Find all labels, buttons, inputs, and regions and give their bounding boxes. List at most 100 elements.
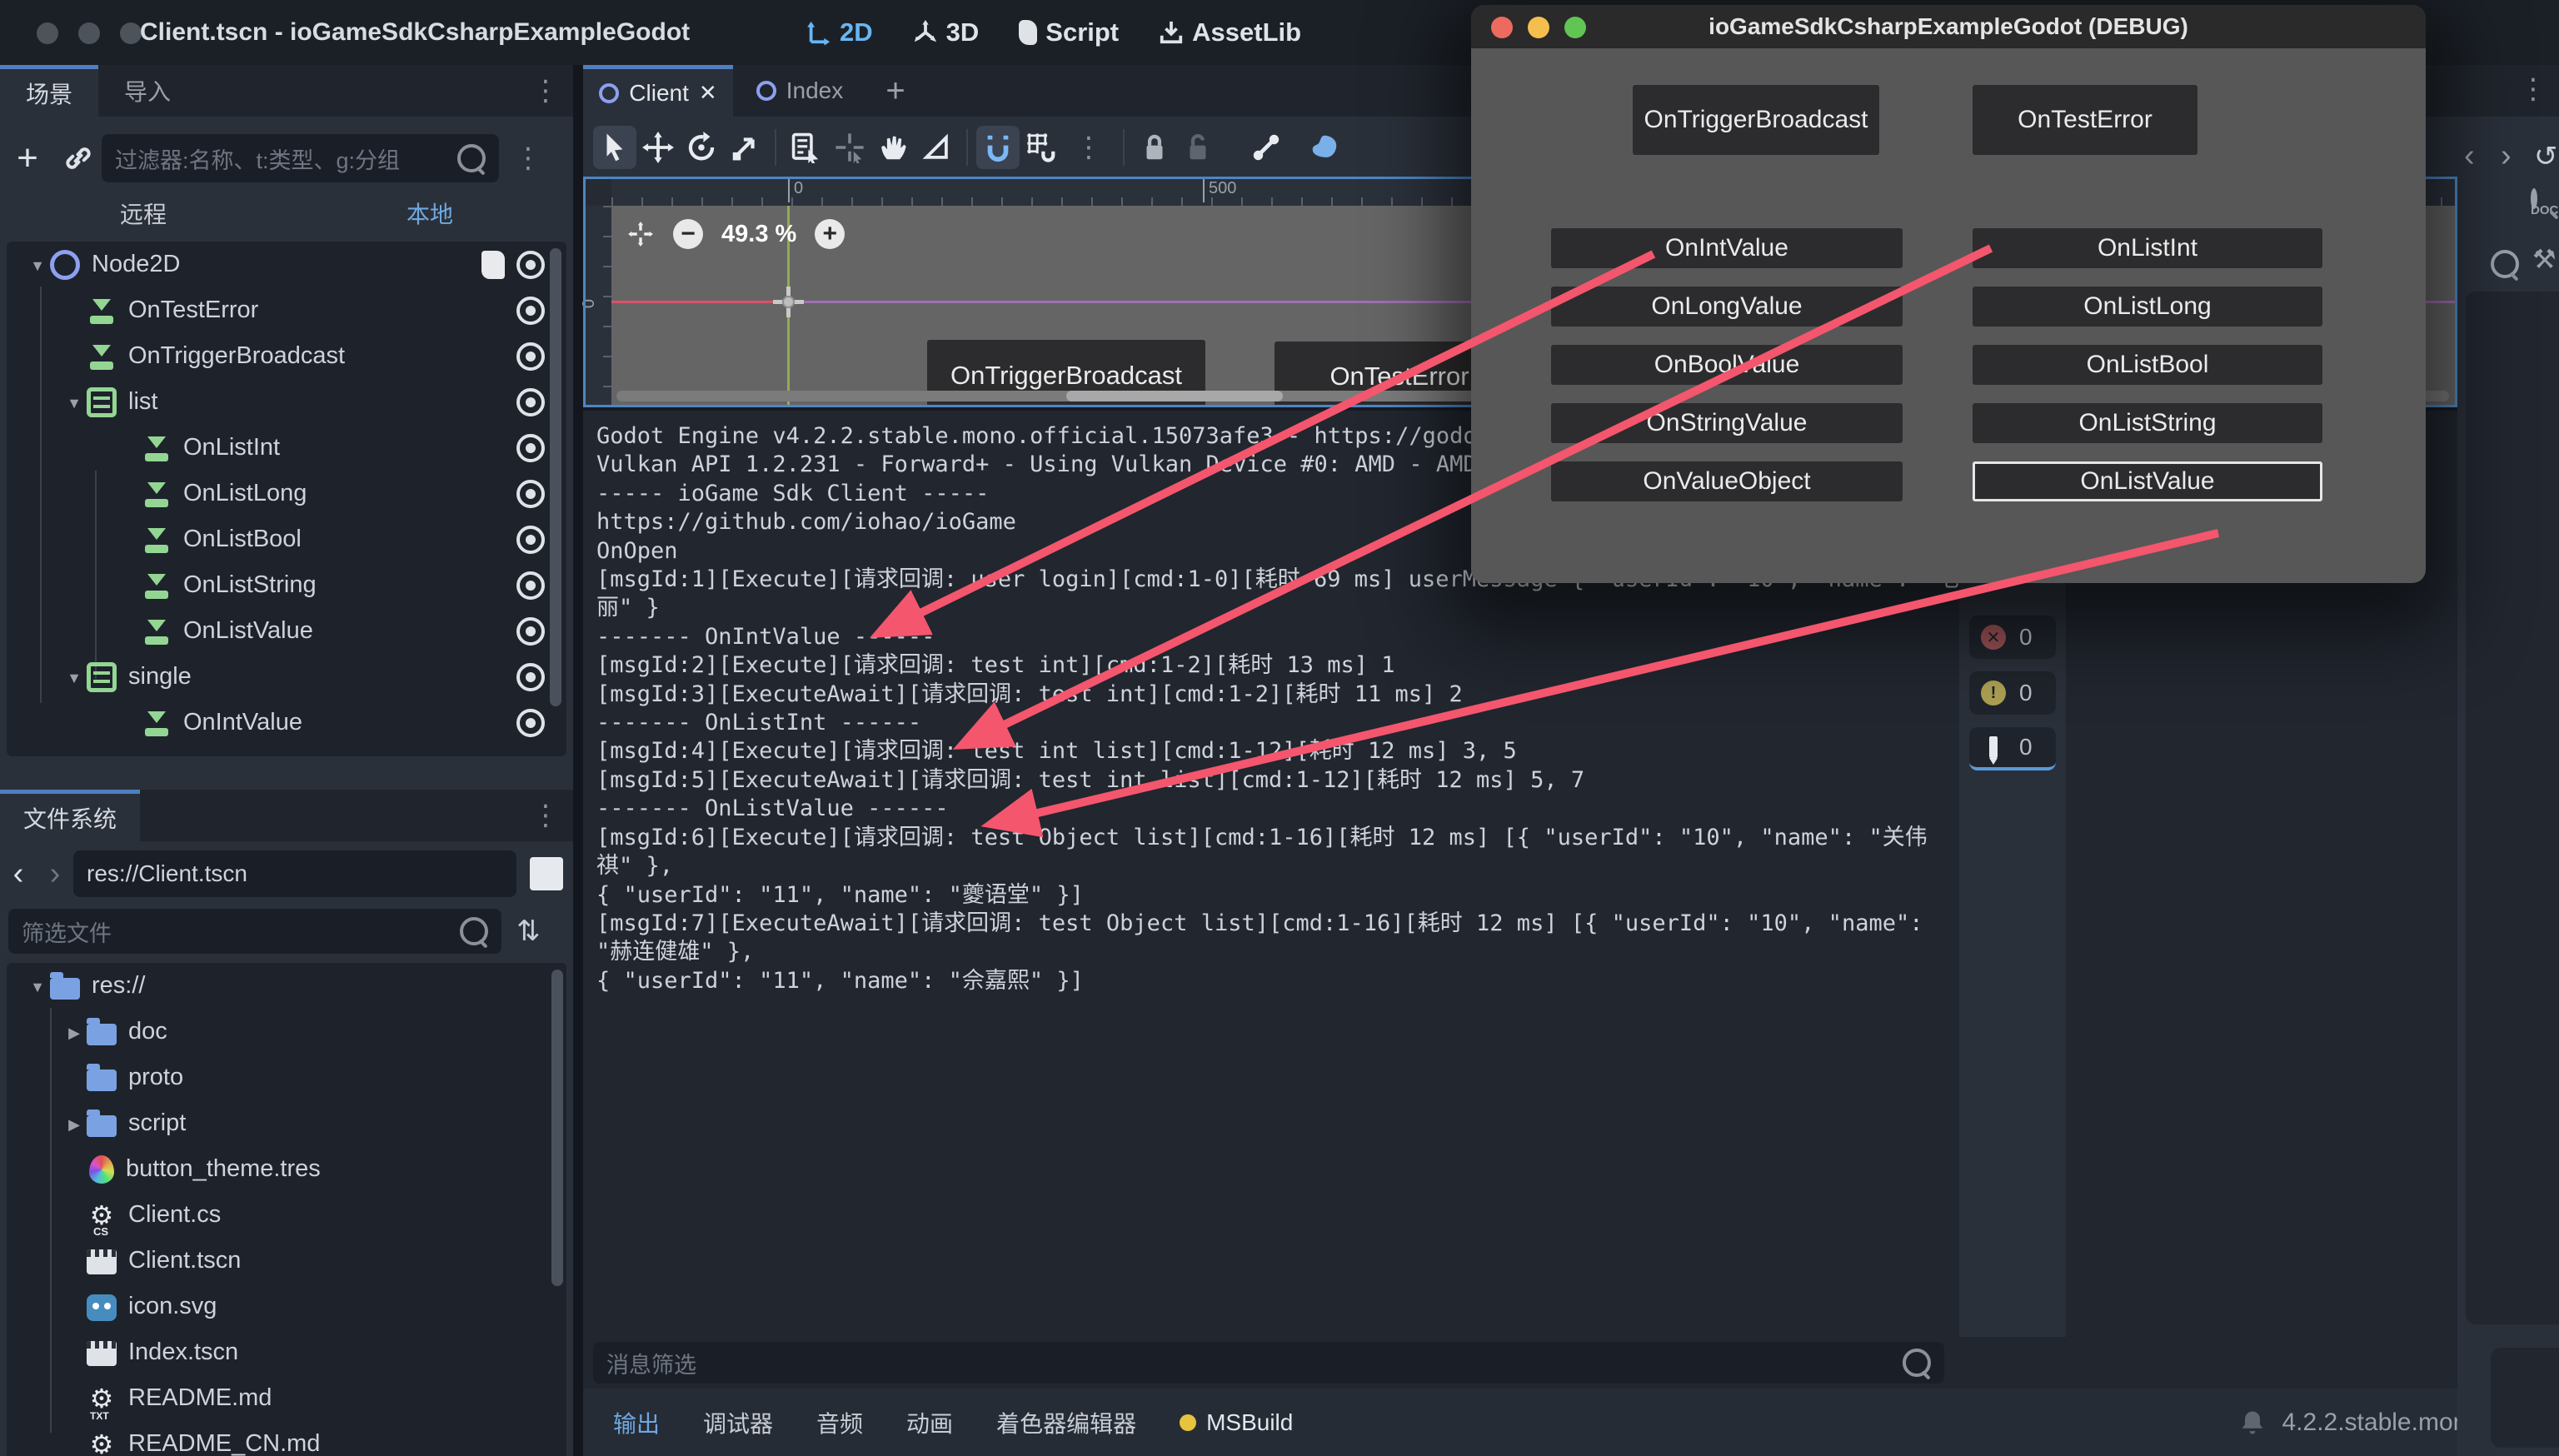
visibility-eye-icon[interactable] — [516, 297, 545, 325]
file-filter-input[interactable]: 筛选文件 — [8, 909, 501, 954]
doc-search-icon[interactable]: DOC — [2531, 192, 2558, 217]
bottom-panel-animation[interactable]: 动画 — [906, 1406, 953, 1439]
scrollbar-thumb[interactable] — [1066, 391, 1283, 401]
scene-tree-row[interactable]: OnIntValue — [7, 700, 566, 745]
bottom-panel-msbuild[interactable]: MSBuild — [1206, 1409, 1293, 1436]
scene-tree-row[interactable]: OnTestError — [7, 287, 566, 333]
history-back-icon[interactable]: ‹ — [0, 856, 37, 892]
inspector-menu-icon[interactable]: ⋮ — [2519, 75, 2547, 103]
version-label[interactable]: 4.2.2.stable.mono — [2282, 1409, 2482, 1437]
window-control-minimize[interactable] — [78, 22, 100, 44]
debug-grid-button[interactable]: OnListValue — [1973, 461, 2322, 501]
tab-import[interactable]: 导入 — [98, 65, 197, 117]
debug-button-ontriggerbroadcast[interactable]: OnTriggerBroadcast — [1633, 85, 1879, 155]
new-scene-tab-button[interactable]: + — [866, 65, 925, 117]
attached-script-icon[interactable] — [481, 251, 505, 279]
file-row[interactable]: doc — [7, 1009, 566, 1055]
file-row[interactable]: README.md — [7, 1375, 566, 1421]
file-row[interactable]: script — [7, 1100, 566, 1146]
tree-chevron-icon[interactable] — [62, 1020, 87, 1044]
local-button[interactable]: 本地 — [287, 193, 573, 237]
bottom-panel-shader-editor[interactable]: 着色器编辑器 — [996, 1406, 1136, 1439]
rotate-tool[interactable] — [680, 126, 723, 169]
move-tool[interactable] — [636, 126, 680, 169]
scene-tree-row[interactable]: OnListLong — [7, 471, 566, 516]
file-row[interactable]: Index.tscn — [7, 1329, 566, 1375]
scene-tree-row[interactable]: OnListString — [7, 562, 566, 608]
scene-tree-row[interactable]: OnListBool — [7, 516, 566, 562]
notification-bell-icon[interactable] — [2237, 1408, 2267, 1438]
tree-chevron-icon[interactable] — [62, 391, 87, 414]
debug-grid-button[interactable]: OnListInt — [1973, 228, 2322, 268]
tree-chevron-icon[interactable] — [62, 1112, 87, 1135]
message-filter-input[interactable]: 消息筛选 — [593, 1342, 1944, 1384]
scene-tree-row[interactable]: OnTriggerBroadcast — [7, 333, 566, 379]
visibility-eye-icon[interactable] — [516, 251, 545, 279]
file-row[interactable]: button_theme.tres — [7, 1146, 566, 1192]
debug-grid-button[interactable]: OnStringValue — [1551, 403, 1903, 443]
smart-snap-toggle[interactable] — [976, 126, 1020, 169]
visibility-eye-icon[interactable] — [516, 434, 545, 462]
center-view-icon[interactable] — [626, 220, 655, 248]
debug-grid-button[interactable]: OnIntValue — [1551, 228, 1903, 268]
scene-tree-row[interactable]: single — [7, 654, 566, 700]
tree-chevron-icon[interactable] — [25, 253, 50, 277]
debug-window-titlebar[interactable]: ioGameSdkCsharpExampleGodot (DEBUG) — [1471, 5, 2426, 48]
file-row[interactable]: Client.cs — [7, 1192, 566, 1238]
edit-count-badge[interactable]: 0 — [1969, 727, 2056, 770]
file-row[interactable]: Client.tscn — [7, 1238, 566, 1284]
skeleton-options-icon[interactable] — [1303, 126, 1346, 169]
split-mode-button[interactable] — [530, 857, 563, 890]
snap-pivot-tool[interactable] — [828, 126, 871, 169]
debug-grid-button[interactable]: OnListLong — [1973, 287, 2322, 327]
scale-tool[interactable] — [723, 126, 766, 169]
debug-button-ontesterror[interactable]: OnTestError — [1973, 85, 2197, 155]
scene-tree-row[interactable]: list — [7, 379, 566, 425]
tree-chevron-icon[interactable] — [62, 666, 87, 689]
sort-files-icon[interactable]: ⇅ — [516, 915, 541, 948]
tree-chevron-icon[interactable] — [25, 975, 50, 998]
debug-grid-button[interactable]: OnLongValue — [1551, 287, 1903, 327]
add-node-button[interactable]: + — [0, 137, 55, 179]
instance-scene-icon[interactable] — [63, 143, 93, 173]
visibility-eye-icon[interactable] — [516, 571, 545, 600]
debug-grid-button[interactable]: OnListBool — [1973, 345, 2322, 385]
snap-options-menu-icon[interactable]: ⋮ — [1075, 133, 1103, 162]
maximize-icon[interactable] — [1564, 17, 1586, 38]
file-row[interactable]: icon.svg — [7, 1284, 566, 1329]
close-icon[interactable] — [1491, 17, 1513, 38]
search-icon[interactable] — [2491, 250, 2519, 278]
tools-icon[interactable]: ⚒ — [2532, 243, 2557, 275]
menu-script-button[interactable]: Script — [1019, 17, 1119, 47]
menu-assetlib-button[interactable]: AssetLib — [1159, 17, 1301, 47]
origin-gizmo[interactable] — [773, 287, 804, 317]
file-row[interactable]: res:// — [7, 963, 566, 1009]
zoom-level[interactable]: 49.3 % — [721, 221, 796, 248]
ruler-tool[interactable] — [915, 126, 958, 169]
select-tool[interactable] — [593, 126, 636, 169]
grid-snap-toggle[interactable] — [1020, 126, 1063, 169]
window-control-zoom[interactable] — [120, 22, 142, 44]
bottom-panel-debugger[interactable]: 调试器 — [703, 1406, 773, 1439]
minimize-icon[interactable] — [1528, 17, 1549, 38]
zoom-in-button[interactable]: + — [815, 219, 845, 249]
close-icon[interactable]: ✕ — [699, 80, 717, 106]
scene-tree-row[interactable]: Node2D — [7, 242, 566, 287]
visibility-eye-icon[interactable] — [516, 480, 545, 508]
group-icon[interactable] — [1245, 126, 1288, 169]
visibility-eye-icon[interactable] — [516, 526, 545, 554]
window-control-close[interactable] — [37, 22, 58, 44]
history-forward-icon[interactable]: › — [2501, 138, 2512, 174]
warning-count-badge[interactable]: ! 0 — [1969, 671, 2056, 715]
tab-scene-index[interactable]: Index — [733, 65, 866, 117]
file-row[interactable]: proto — [7, 1055, 566, 1100]
file-row[interactable]: README_CN.md — [7, 1421, 566, 1456]
zoom-out-button[interactable]: − — [673, 219, 703, 249]
select-list-tool[interactable] — [785, 126, 828, 169]
history-back-icon[interactable]: ‹ — [2464, 138, 2475, 174]
visibility-eye-icon[interactable] — [516, 342, 545, 371]
tab-filesystem[interactable]: 文件系统 — [0, 790, 140, 841]
unlock-icon[interactable] — [1176, 126, 1220, 169]
visibility-eye-icon[interactable] — [516, 663, 545, 691]
debug-grid-button[interactable]: OnValueObject — [1551, 461, 1903, 501]
